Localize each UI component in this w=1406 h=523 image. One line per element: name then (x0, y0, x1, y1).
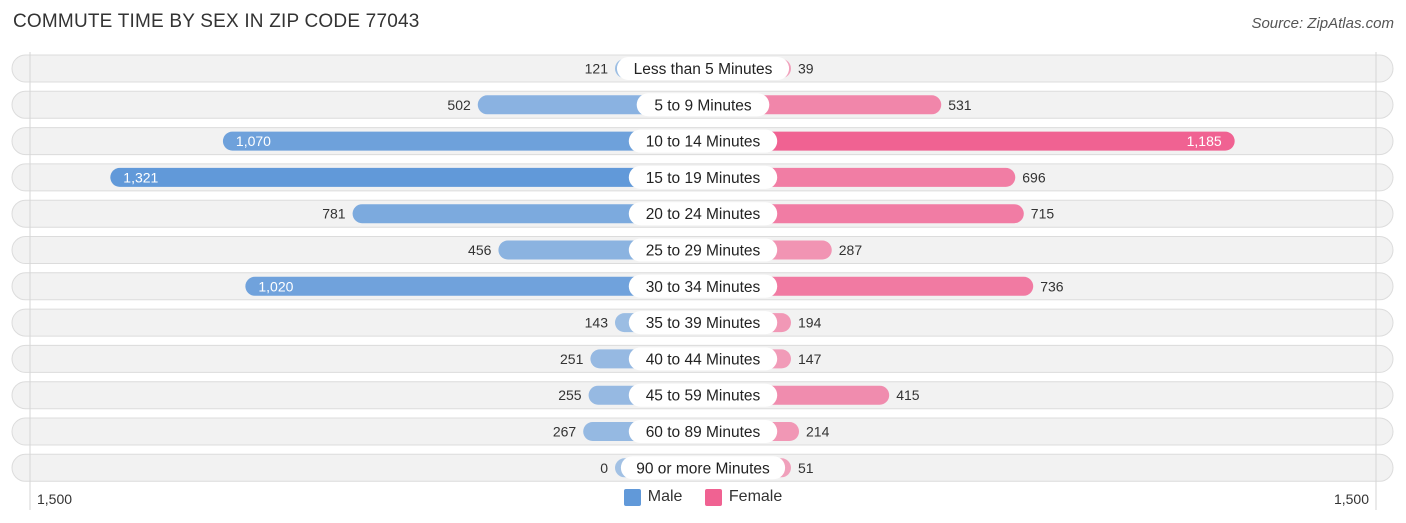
value-label-female: 194 (798, 315, 822, 331)
value-label-female: 39 (798, 61, 814, 77)
value-label-female: 531 (948, 97, 972, 113)
value-label-male: 1,070 (236, 133, 271, 149)
category-label: 30 to 34 Minutes (646, 279, 761, 296)
value-label-female: 736 (1040, 278, 1064, 294)
category-label: 5 to 9 Minutes (654, 97, 752, 114)
category-label: 60 to 89 Minutes (646, 424, 761, 441)
value-label-male: 1,321 (123, 169, 158, 185)
legend-label-male: Male (647, 488, 683, 505)
category-label: 45 to 59 Minutes (646, 388, 761, 405)
value-label-female: 1,185 (1187, 133, 1222, 149)
category-label: 40 to 44 Minutes (646, 351, 761, 368)
value-label-male: 0 (600, 460, 608, 476)
value-label-female: 51 (798, 460, 814, 476)
bar-male[interactable] (110, 167, 703, 187)
value-label-female: 287 (839, 242, 863, 258)
value-label-male: 121 (585, 61, 609, 77)
bar-female[interactable] (703, 131, 1235, 151)
legend-swatch-male (623, 488, 641, 506)
value-label-female: 147 (798, 351, 822, 367)
value-label-male: 255 (558, 387, 582, 403)
value-label-male: 267 (553, 424, 577, 440)
value-label-female: 415 (896, 387, 920, 403)
legend-item-male[interactable]: Male (623, 488, 683, 506)
category-label: Less than 5 Minutes (634, 61, 773, 78)
category-label: 90 or more Minutes (636, 460, 770, 477)
value-label-female: 715 (1031, 206, 1055, 222)
legend-swatch-female (704, 488, 722, 506)
value-label-female: 214 (806, 424, 830, 440)
category-label: 35 to 39 Minutes (646, 315, 761, 332)
value-label-male: 456 (468, 242, 492, 258)
legend-label-female: Female (728, 488, 783, 505)
value-label-male: 143 (585, 315, 609, 331)
category-label: 25 to 29 Minutes (646, 243, 761, 260)
category-label: 10 to 14 Minutes (646, 134, 761, 151)
chart-canvas: 121 39 Less than 5 Minutes 502 531 5 to 9 Min… (11, 52, 1394, 510)
value-label-male: 781 (322, 206, 346, 222)
category-label: 20 to 24 Minutes (646, 206, 761, 223)
legend-item-female[interactable]: Female (704, 488, 783, 506)
value-label-female: 696 (1022, 169, 1046, 185)
category-label: 15 to 19 Minutes (646, 170, 761, 187)
legend: Male Female (0, 488, 1406, 511)
value-label-male: 1,020 (258, 278, 293, 294)
value-label-male: 251 (560, 351, 584, 367)
value-label-male: 502 (447, 97, 471, 113)
